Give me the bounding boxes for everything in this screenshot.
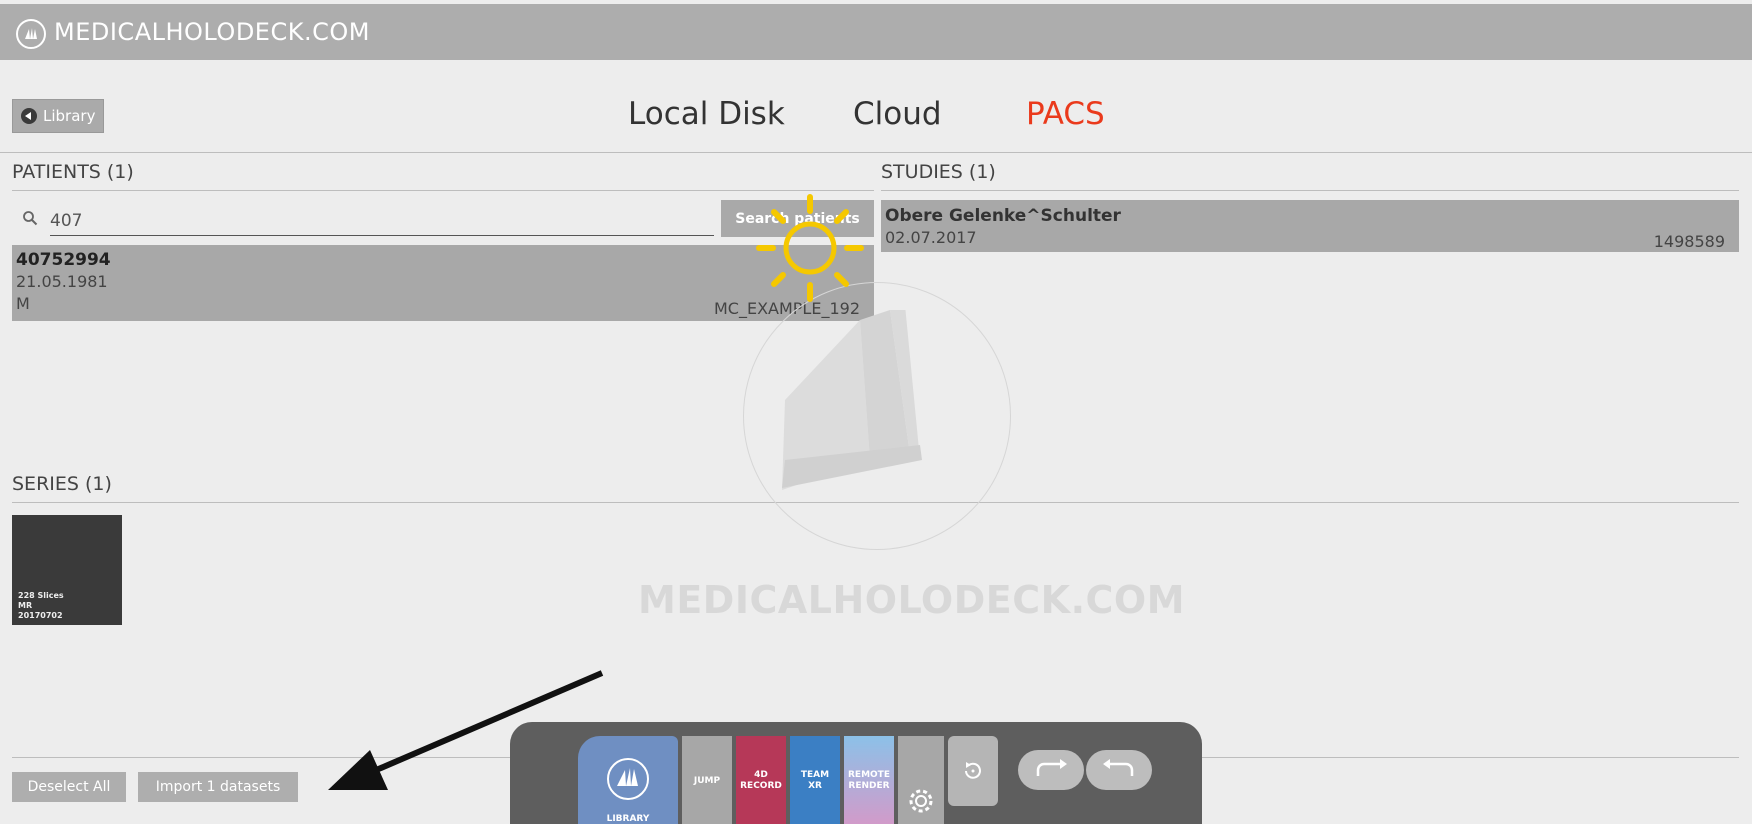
studies-divider	[881, 190, 1739, 191]
header-divider	[0, 152, 1752, 153]
app-window: MEDICALHOLODECK.COM Library Local Disk C…	[0, 0, 1752, 824]
patients-section-title: PATIENTS (1)	[12, 161, 134, 183]
patient-sex: M	[16, 294, 30, 313]
study-name: Obere Gelenke^Schulter	[885, 206, 1121, 226]
patient-search-input[interactable]	[50, 206, 714, 236]
patients-divider	[12, 190, 874, 191]
dock-team-line2: XR	[808, 781, 822, 791]
tab-pacs[interactable]: PACS	[1026, 96, 1105, 132]
search-icon	[23, 211, 38, 226]
sun-cursor-icon	[756, 194, 864, 302]
study-date: 02.07.2017	[885, 228, 977, 247]
redo-button[interactable]	[1018, 750, 1084, 790]
studies-section-title: STUDIES (1)	[881, 161, 996, 183]
dock-record-line2: RECORD	[740, 781, 782, 791]
patient-id: 40752994	[16, 250, 111, 270]
study-number: 1498589	[1653, 232, 1725, 251]
dock-remote-line1: REMOTE	[848, 770, 890, 780]
patient-row[interactable]: 40752994 21.05.1981 M MC_EXAMPLE_192	[12, 245, 874, 321]
dock-reset-tile[interactable]	[948, 736, 998, 806]
gear-icon	[909, 789, 933, 813]
patient-birthdate: 21.05.1981	[16, 272, 108, 291]
dock-library-label: LIBRARY	[606, 814, 650, 824]
watermark-text: MEDICALHOLODECK.COM	[638, 578, 1186, 622]
library-back-button[interactable]: Library	[12, 99, 104, 133]
series-modality: MR	[18, 601, 33, 610]
dock-remote-render-tile[interactable]: REMOTE RENDER	[844, 736, 894, 824]
series-section-title: SERIES (1)	[12, 473, 112, 495]
redo-arrow-icon	[1036, 759, 1067, 776]
reset-rotate-icon	[965, 762, 981, 779]
dock-team-line1: TEAM	[800, 770, 830, 780]
study-row[interactable]: Obere Gelenke^Schulter 02.07.2017 149858…	[881, 200, 1739, 252]
brand-title: MEDICALHOLODECK.COM	[54, 18, 370, 46]
import-datasets-button[interactable]: Import 1 datasets	[138, 772, 298, 802]
tab-cloud[interactable]: Cloud	[853, 96, 942, 132]
library-icon	[607, 758, 649, 800]
library-button-label: Library	[43, 107, 96, 125]
dock-record-line1: 4D	[754, 770, 768, 780]
back-arrow-icon	[21, 108, 37, 124]
title-bar: MEDICALHOLODECK.COM	[0, 4, 1752, 60]
deselect-all-button[interactable]: Deselect All	[12, 772, 126, 802]
series-slices: 228 Slices	[18, 591, 64, 600]
tab-local-disk[interactable]: Local Disk	[628, 96, 785, 132]
dock-4d-record-tile[interactable]: 4D RECORD	[736, 736, 786, 824]
undo-arrow-icon	[1103, 759, 1134, 776]
undo-button[interactable]	[1086, 750, 1152, 790]
bottom-dock: LIBRARY JUMP 4D RECORD TEAM XR REMOTE RENDE…	[510, 722, 1202, 824]
dock-remote-line2: RENDER	[848, 781, 890, 791]
dock-jump-tile[interactable]: JUMP	[682, 736, 732, 824]
dock-team-xr-tile[interactable]: TEAM XR	[790, 736, 840, 824]
series-date: 20170702	[18, 611, 63, 620]
holodeck-watermark-logo-icon	[782, 310, 922, 490]
dock-library-tile[interactable]: LIBRARY	[578, 736, 678, 824]
series-thumbnail[interactable]: 228 Slices MR 20170702	[12, 515, 122, 625]
dock-settings-tile[interactable]	[898, 736, 944, 824]
dock-jump-label: JUMP	[693, 775, 721, 786]
holodeck-logo-icon	[16, 19, 46, 49]
